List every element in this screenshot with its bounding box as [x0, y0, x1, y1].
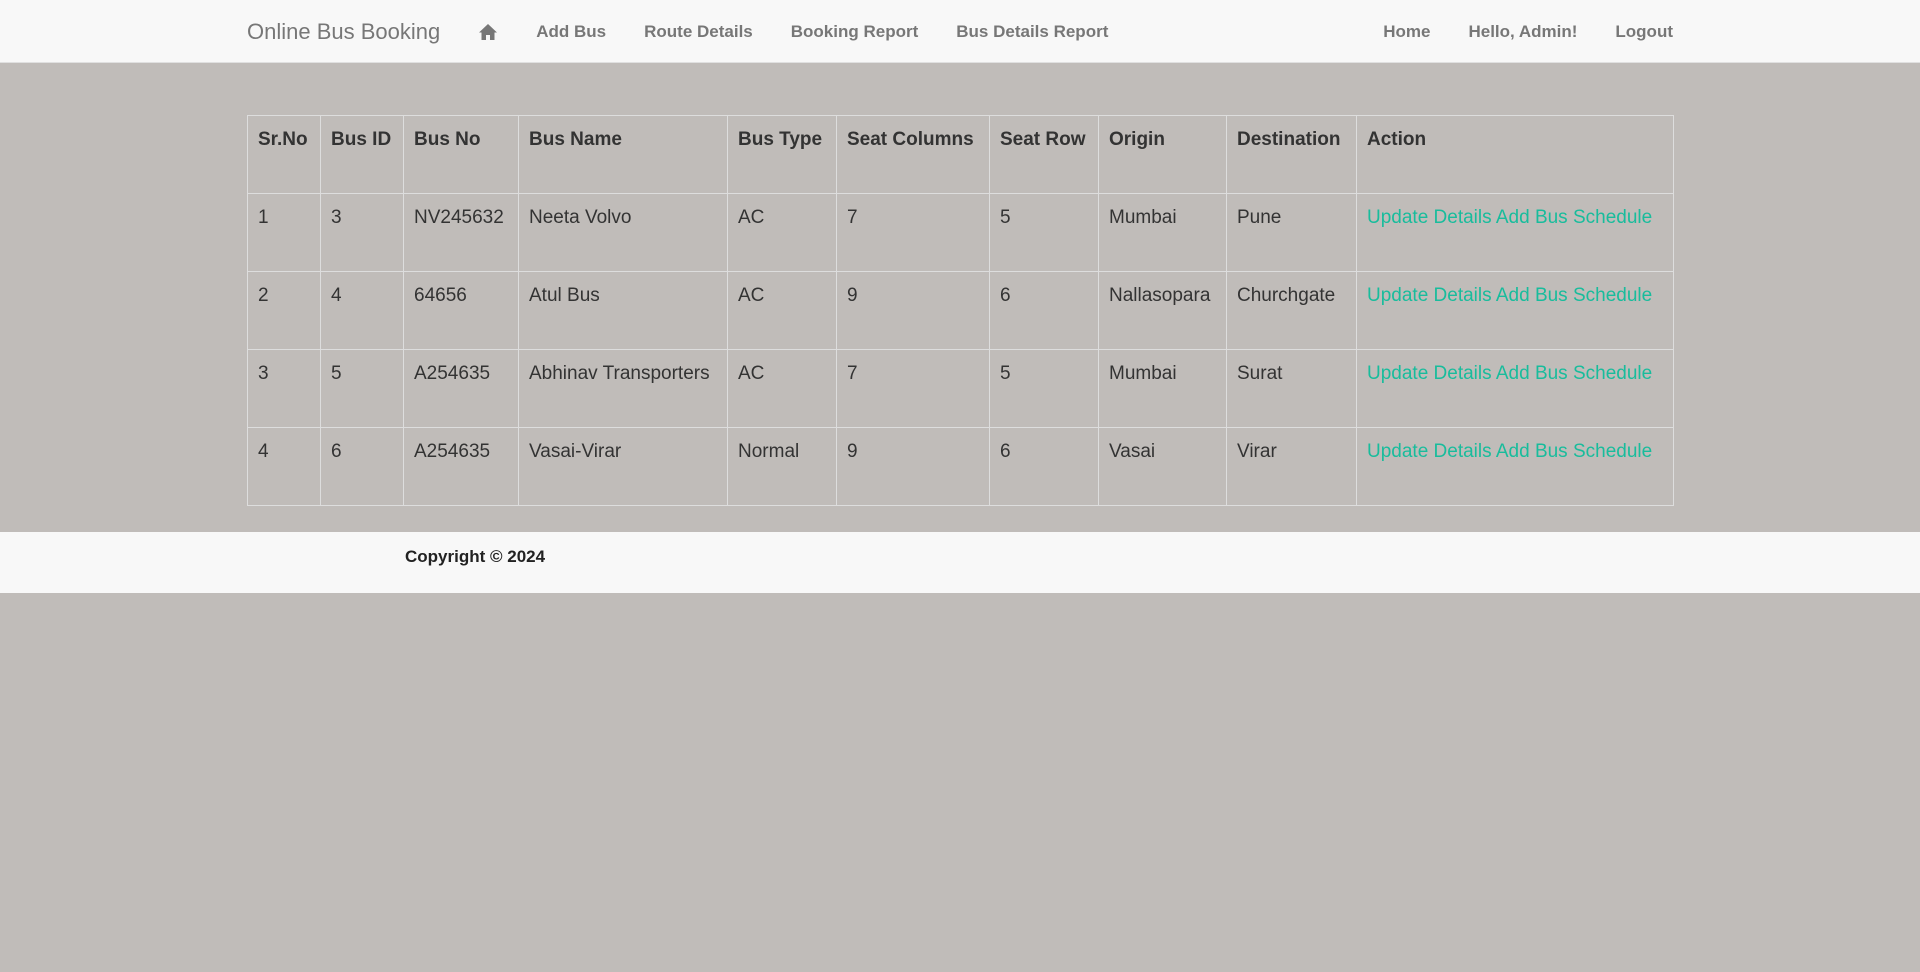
- top-navbar: Online Bus Booking Add Bus Route Details…: [0, 0, 1920, 63]
- cell-action: Update Details Add Bus Schedule: [1356, 349, 1674, 428]
- header-origin: Origin: [1098, 115, 1227, 194]
- header-sr-no: Sr.No: [247, 115, 321, 194]
- nav-left-menu: Add Bus Route Details Booking Report Bus…: [478, 22, 1146, 42]
- cell-action: Update Details Add Bus Schedule: [1356, 271, 1674, 350]
- cell-bus-id: 4: [320, 271, 404, 350]
- cell-destination: Surat: [1226, 349, 1357, 428]
- navbar-container: Online Bus Booking Add Bus Route Details…: [247, 0, 1673, 63]
- cell-bus-name: Abhinav Transporters: [518, 349, 728, 428]
- update-details-link[interactable]: Update Details: [1367, 207, 1492, 228]
- cell-bus-type: AC: [727, 349, 837, 428]
- table-row: 4 6 A254635 Vasai-Virar Normal 9 6 Vasai…: [247, 427, 1674, 506]
- nav-right-menu: Home Hello, Admin! Logout: [1345, 22, 1673, 42]
- cell-seat-columns: 7: [836, 349, 990, 428]
- cell-bus-no: A254635: [403, 349, 519, 428]
- cell-action: Update Details Add Bus Schedule: [1356, 427, 1674, 506]
- cell-bus-name: Vasai-Virar: [518, 427, 728, 506]
- header-bus-id: Bus ID: [320, 115, 404, 194]
- nav-logout[interactable]: Logout: [1615, 22, 1673, 42]
- update-details-link[interactable]: Update Details: [1367, 441, 1492, 462]
- cell-destination: Virar: [1226, 427, 1357, 506]
- header-action: Action: [1356, 115, 1674, 194]
- cell-bus-name: Neeta Volvo: [518, 193, 728, 272]
- cell-sr-no: 2: [247, 271, 321, 350]
- cell-seat-columns: 9: [836, 271, 990, 350]
- nav-route-details[interactable]: Route Details: [644, 22, 753, 42]
- cell-bus-no: A254635: [403, 427, 519, 506]
- bus-details-table: Sr.No Bus ID Bus No Bus Name Bus Type Se…: [247, 115, 1674, 506]
- cell-bus-no: NV245632: [403, 193, 519, 272]
- cell-destination: Churchgate: [1226, 271, 1357, 350]
- header-bus-name: Bus Name: [518, 115, 728, 194]
- home-icon[interactable]: [478, 22, 498, 42]
- nav-booking-report[interactable]: Booking Report: [791, 22, 919, 42]
- nav-bus-details-report[interactable]: Bus Details Report: [956, 22, 1108, 42]
- home-icon-svg: [479, 23, 498, 40]
- add-bus-schedule-link[interactable]: Add Bus Schedule: [1496, 441, 1652, 462]
- table-row: 1 3 NV245632 Neeta Volvo AC 7 5 Mumbai P…: [247, 193, 1674, 272]
- nav-home[interactable]: Home: [1383, 22, 1430, 42]
- cell-bus-id: 3: [320, 193, 404, 272]
- bus-details-table-container: Sr.No Bus ID Bus No Bus Name Bus Type Se…: [247, 115, 1674, 506]
- cell-origin: Mumbai: [1098, 349, 1227, 428]
- cell-bus-no: 64656: [403, 271, 519, 350]
- cell-action: Update Details Add Bus Schedule: [1356, 193, 1674, 272]
- nav-add-bus[interactable]: Add Bus: [536, 22, 606, 42]
- cell-seat-columns: 9: [836, 427, 990, 506]
- cell-bus-name: Atul Bus: [518, 271, 728, 350]
- cell-bus-type: Normal: [727, 427, 837, 506]
- cell-origin: Mumbai: [1098, 193, 1227, 272]
- page-footer: Copyright © 2024: [0, 532, 1920, 593]
- cell-destination: Pune: [1226, 193, 1357, 272]
- copyright-text: Copyright © 2024: [405, 547, 546, 566]
- cell-origin: Nallasopara: [1098, 271, 1227, 350]
- table-row: 2 4 64656 Atul Bus AC 9 6 Nallasopara Ch…: [247, 271, 1674, 350]
- update-details-link[interactable]: Update Details: [1367, 363, 1492, 384]
- header-seat-row: Seat Row: [989, 115, 1099, 194]
- cell-seat-row: 6: [989, 271, 1099, 350]
- cell-sr-no: 3: [247, 349, 321, 428]
- add-bus-schedule-link[interactable]: Add Bus Schedule: [1496, 285, 1652, 306]
- brand-title[interactable]: Online Bus Booking: [247, 19, 440, 45]
- cell-seat-row: 5: [989, 349, 1099, 428]
- table-header-row: Sr.No Bus ID Bus No Bus Name Bus Type Se…: [247, 115, 1674, 194]
- header-destination: Destination: [1226, 115, 1357, 194]
- cell-seat-row: 6: [989, 427, 1099, 506]
- cell-seat-row: 5: [989, 193, 1099, 272]
- cell-bus-id: 5: [320, 349, 404, 428]
- header-seat-columns: Seat Columns: [836, 115, 990, 194]
- cell-origin: Vasai: [1098, 427, 1227, 506]
- cell-bus-type: AC: [727, 193, 837, 272]
- cell-sr-no: 1: [247, 193, 321, 272]
- cell-sr-no: 4: [247, 427, 321, 506]
- add-bus-schedule-link[interactable]: Add Bus Schedule: [1496, 207, 1652, 228]
- header-bus-no: Bus No: [403, 115, 519, 194]
- header-bus-type: Bus Type: [727, 115, 837, 194]
- table-row: 3 5 A254635 Abhinav Transporters AC 7 5 …: [247, 349, 1674, 428]
- cell-bus-type: AC: [727, 271, 837, 350]
- update-details-link[interactable]: Update Details: [1367, 285, 1492, 306]
- cell-seat-columns: 7: [836, 193, 990, 272]
- add-bus-schedule-link[interactable]: Add Bus Schedule: [1496, 363, 1652, 384]
- cell-bus-id: 6: [320, 427, 404, 506]
- nav-user-greeting[interactable]: Hello, Admin!: [1468, 22, 1577, 42]
